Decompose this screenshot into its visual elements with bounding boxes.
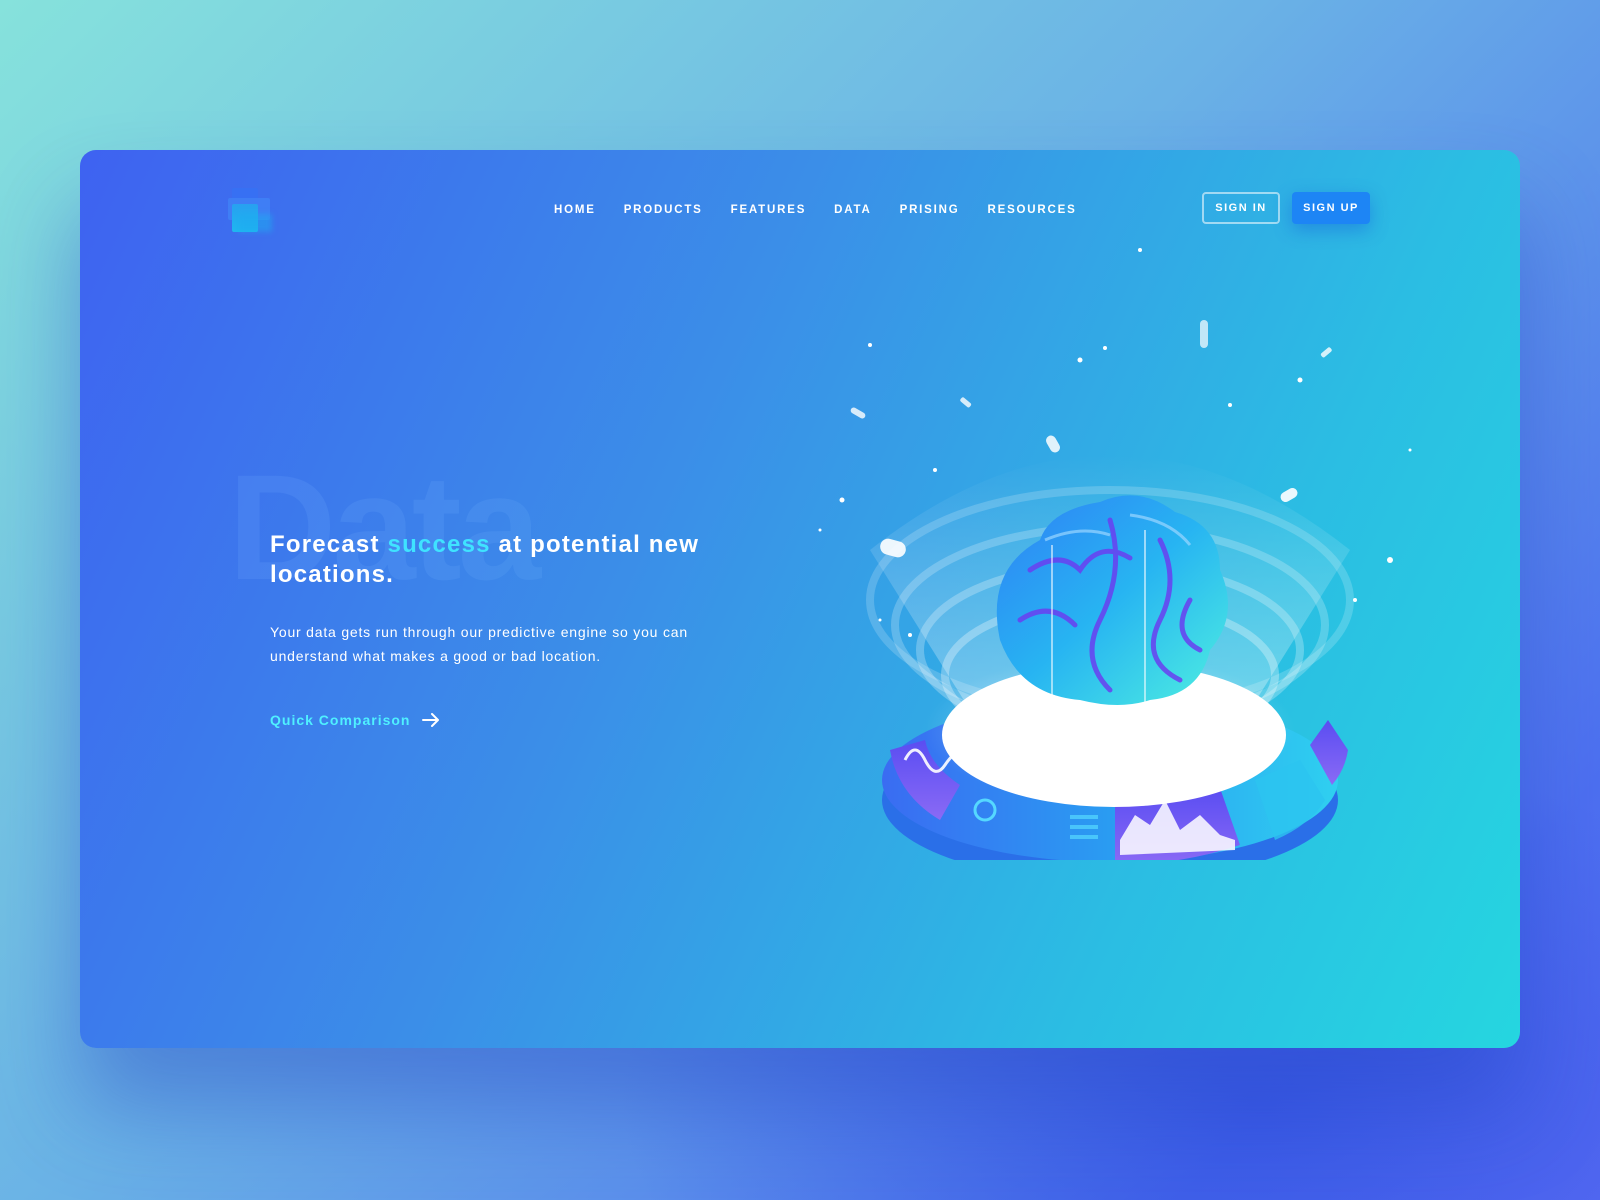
quick-comparison-link[interactable]: Quick Comparison	[270, 712, 440, 728]
nav-item-products[interactable]: PRODUCTS	[624, 204, 703, 216]
brain-hologram-illustration	[818, 248, 1412, 860]
nav-item-features[interactable]: FEATURES	[731, 204, 807, 216]
sign-up-button[interactable]: SIGN UP	[1292, 192, 1370, 224]
brand-logo-icon[interactable]	[228, 188, 274, 236]
main-nav: HOME PRODUCTS FEATURES DATA PRISING RESO…	[554, 204, 1105, 216]
nav-item-pricing[interactable]: PRISING	[900, 204, 960, 216]
cta-label: Quick Comparison	[270, 712, 411, 728]
hero-subtext: Your data gets run through our predictiv…	[270, 624, 688, 664]
landing-card: HOME PRODUCTS FEATURES DATA PRISING RESO…	[80, 150, 1520, 1048]
nav-item-data[interactable]: DATA	[834, 204, 871, 216]
arrow-right-icon	[422, 713, 440, 727]
headline-text-start: Forecast	[270, 531, 388, 558]
nav-item-home[interactable]: HOME	[554, 204, 596, 216]
headline-highlight: success	[387, 531, 491, 558]
nav-item-resources[interactable]: RESOURCES	[988, 204, 1077, 216]
hero-headline: Forecast success at potential new locati…	[270, 530, 730, 590]
sign-in-button[interactable]: SIGN IN	[1202, 192, 1280, 224]
